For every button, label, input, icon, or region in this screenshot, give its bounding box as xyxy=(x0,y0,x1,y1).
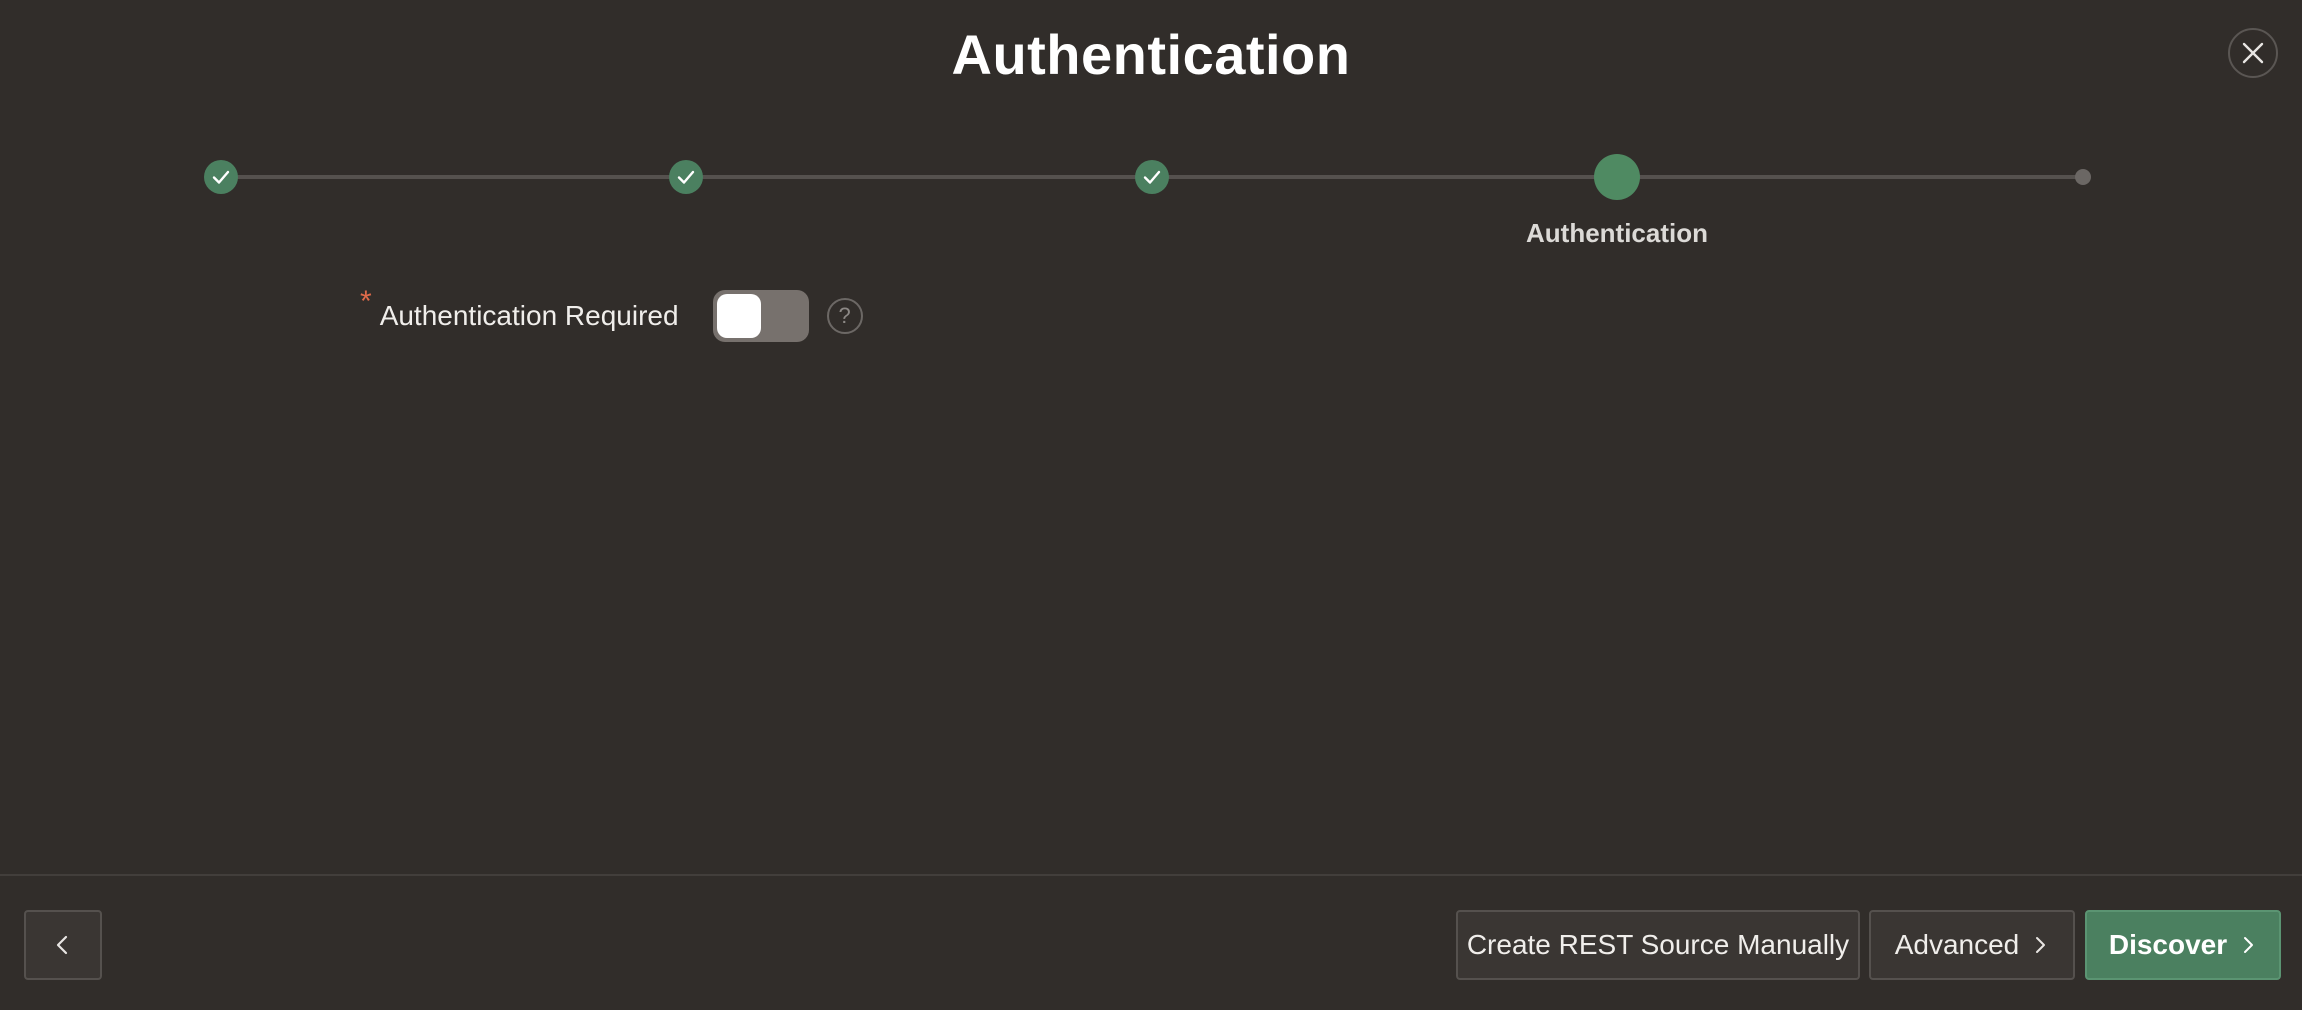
help-icon[interactable]: ? xyxy=(826,298,863,334)
wizard-step-1-completed xyxy=(204,160,238,194)
wizard-step-3-completed xyxy=(1135,160,1169,194)
chevron-left-icon xyxy=(56,935,68,955)
back-button[interactable] xyxy=(24,910,102,980)
wizard-progress: Authentication xyxy=(0,0,2302,260)
required-indicator: * xyxy=(360,285,372,318)
create-rest-source-manually-button[interactable]: Create REST Source Manually xyxy=(1456,910,1860,980)
advanced-button[interactable]: Advanced xyxy=(1869,910,2075,980)
create-manual-label: Create REST Source Manually xyxy=(1466,929,1850,960)
wizard-step-2-completed xyxy=(669,160,703,194)
discover-label: Discover xyxy=(2108,929,2228,960)
checkmark-icon xyxy=(212,170,230,184)
discover-button[interactable]: Discover xyxy=(2085,910,2281,980)
auth-required-label: Authentication Required xyxy=(379,300,679,331)
checkmark-icon xyxy=(677,170,695,184)
dialog-footer: Create REST Source Manually Advanced Dis… xyxy=(0,874,2302,1010)
chevron-right-icon xyxy=(2239,936,2257,954)
wizard-step-4-label: Authentication xyxy=(1526,218,1708,248)
chevron-right-icon xyxy=(2031,936,2049,954)
auth-required-field: * Authentication Required ? xyxy=(360,285,863,344)
auth-required-switch[interactable] xyxy=(712,290,809,342)
advanced-label: Advanced xyxy=(1894,929,2020,960)
wizard-dialog: Authentication Authentication * Authenti… xyxy=(0,0,2302,1010)
checkmark-icon xyxy=(1143,170,1161,184)
wizard-step-4-current xyxy=(1594,154,1640,200)
switch-knob xyxy=(716,294,761,338)
wizard-step-5-upcoming xyxy=(2075,169,2091,185)
